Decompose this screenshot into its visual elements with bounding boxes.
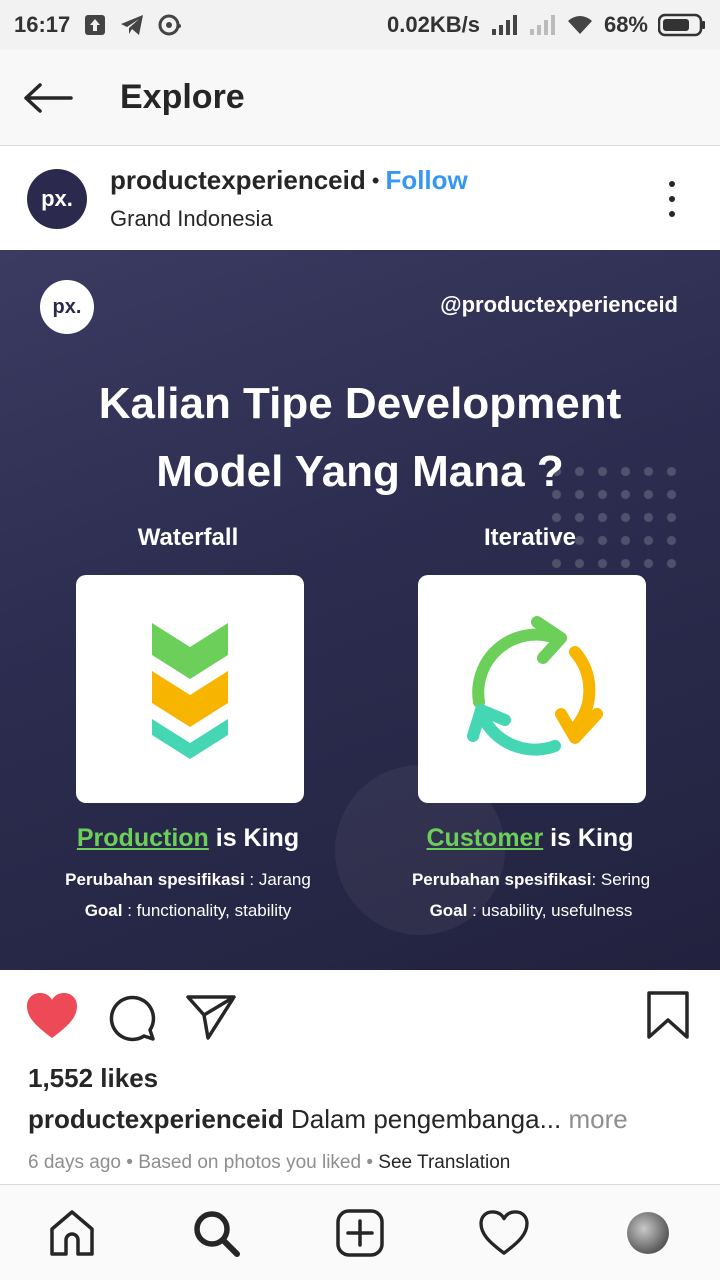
- likes-count[interactable]: 1,552 likes: [28, 1063, 158, 1094]
- post-meta: productexperienceid • Follow Grand Indon…: [110, 165, 468, 232]
- iterative-spec-value: : Sering: [591, 870, 651, 889]
- iterative-king-rest: is King: [543, 824, 634, 852]
- image-logo: px.: [40, 280, 94, 334]
- status-time: 16:17: [14, 12, 71, 37]
- battery-icon: [658, 13, 706, 37]
- bookmark-icon: [647, 991, 689, 1039]
- more-options-button[interactable]: [664, 181, 680, 217]
- waterfall-goal-value: : functionality, stability: [122, 901, 292, 920]
- nav-activity[interactable]: [464, 1193, 544, 1273]
- more-dot-icon: [669, 196, 675, 202]
- iterative-king-highlight: Customer: [426, 824, 544, 852]
- meta-dot: •: [120, 1152, 139, 1173]
- status-bar: 16:17 0.02KB/s 68%: [0, 0, 720, 50]
- caption-more-link[interactable]: more: [561, 1104, 627, 1134]
- post-actions: [0, 970, 720, 1062]
- post-header: px. productexperienceid • Follow Grand I…: [0, 147, 720, 250]
- nav-new-post[interactable]: [320, 1193, 400, 1273]
- waterfall-goal-label: Goal: [84, 901, 123, 920]
- send-icon: [186, 995, 236, 1040]
- iterative-goal-value: : usability, usefulness: [467, 901, 633, 920]
- waterfall-spec-value: : Jarang: [244, 870, 311, 889]
- caption-username[interactable]: productexperienceid: [28, 1104, 284, 1134]
- waterfall-king: Production is King: [38, 824, 338, 853]
- home-icon: [50, 1209, 94, 1256]
- signal-icon: [490, 15, 518, 35]
- heart-filled-icon: [27, 993, 77, 1038]
- post-image[interactable]: px. @productexperienceid Kalian Tipe Dev…: [0, 250, 720, 970]
- nav-profile[interactable]: [608, 1193, 688, 1273]
- bottom-nav: [0, 1184, 720, 1280]
- share-button[interactable]: [186, 994, 236, 1040]
- nav-explore[interactable]: [176, 1193, 256, 1273]
- battery-percent: 68%: [603, 12, 648, 37]
- post-location[interactable]: Grand Indonesia: [110, 206, 468, 232]
- waterfall-king-rest: is King: [208, 824, 300, 852]
- heart-outline-icon: [479, 1209, 529, 1255]
- image-title-line1: Kalian Tipe Development: [98, 379, 622, 428]
- upload-icon: [84, 14, 106, 36]
- waterfall-goal: Goal : functionality, stability: [23, 901, 353, 921]
- iterative-goal-label: Goal: [429, 901, 468, 920]
- iterative-heading: Iterative: [483, 524, 577, 551]
- follow-button[interactable]: Follow: [385, 165, 467, 196]
- post-reason: Based on photos you liked: [138, 1152, 362, 1173]
- back-arrow-icon: [24, 82, 73, 113]
- waterfall-spec: Perubahan spesifikasi : Jarang: [23, 870, 353, 890]
- wifi-icon: [566, 14, 594, 36]
- save-button[interactable]: [646, 990, 690, 1040]
- nav-home[interactable]: [32, 1193, 112, 1273]
- iterative-card: [418, 575, 646, 803]
- see-translation-link[interactable]: See Translation: [378, 1152, 510, 1173]
- meta-dot: •: [361, 1152, 379, 1173]
- image-handle: @productexperienceid: [440, 292, 678, 317]
- more-dot-icon: [669, 181, 675, 187]
- back-button[interactable]: [0, 50, 96, 146]
- post-caption: productexperienceid Dalam pengembanga...…: [28, 1104, 628, 1135]
- more-dot-icon: [669, 211, 675, 217]
- iterative-spec-label: Perubahan spesifikasi: [411, 870, 592, 889]
- comment-button[interactable]: [108, 994, 156, 1042]
- caption-text: Dalam pengembanga...: [283, 1104, 562, 1134]
- separator-dot: •: [371, 167, 380, 193]
- post-username[interactable]: productexperienceid: [110, 165, 366, 196]
- iterative-spec: Perubahan spesifikasi: Sering: [366, 870, 696, 890]
- waterfall-king-highlight: Production: [76, 824, 209, 852]
- waterfall-chevrons-icon: [152, 623, 228, 759]
- image-title: Kalian Tipe Development Model Yang Mana …: [0, 370, 720, 506]
- iterative-goal: Goal : usability, usefulness: [366, 901, 696, 921]
- like-button[interactable]: [26, 992, 78, 1040]
- post-time: 6 days ago: [28, 1152, 121, 1173]
- post-avatar[interactable]: px.: [27, 168, 87, 229]
- app-notification-icon: [158, 14, 182, 36]
- waterfall-spec-label: Perubahan spesifikasi: [65, 870, 245, 889]
- telegram-icon: [120, 14, 144, 36]
- search-icon: [194, 1210, 240, 1257]
- post-meta-line: 6 days ago • Based on photos you liked •…: [28, 1152, 510, 1174]
- signal-off-icon: [528, 15, 556, 35]
- network-speed: 0.02KB/s: [387, 12, 480, 37]
- page-title: Explore: [120, 78, 245, 116]
- iterative-king: Customer is King: [380, 824, 680, 853]
- comment-icon: [109, 995, 156, 1042]
- waterfall-card: [76, 575, 304, 803]
- top-app-bar: Explore: [0, 50, 720, 146]
- profile-avatar: [627, 1211, 669, 1254]
- image-title-line2: Model Yang Mana ?: [156, 447, 564, 496]
- waterfall-heading: Waterfall: [137, 524, 239, 551]
- iterative-cycle-icon: [467, 616, 603, 756]
- add-post-icon: [336, 1208, 384, 1257]
